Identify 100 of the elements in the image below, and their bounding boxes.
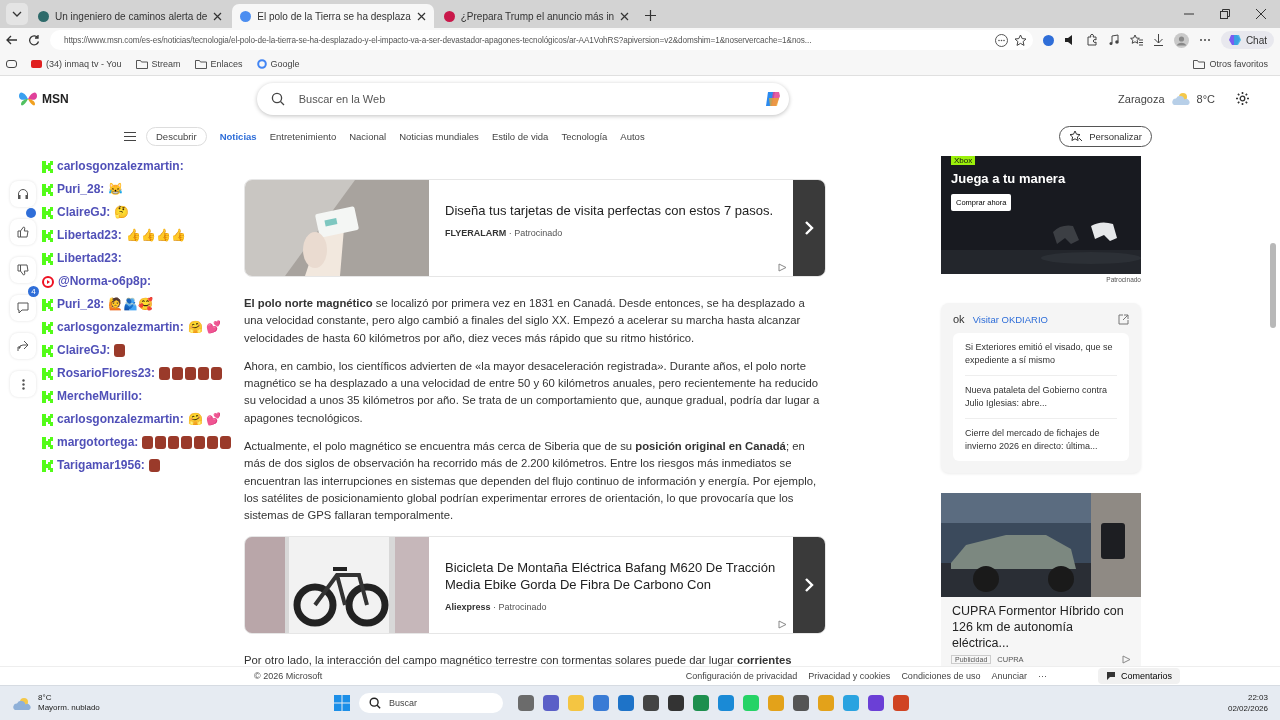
headline-link[interactable]: Cierre del mercado de fichajes de invierno 2026 en directo: última...	[965, 419, 1117, 461]
article-paragraph: El polo norte magnético se localizó por primera vez en 1831 en Canadá. Desde entonces, se ha desplazado a una velocidad constante, pero algo cambió a finales del siglo XX. Empezó a acelerar su marcha hasta alcanzar velocidades de hasta 60 kilómetros por año, diez veces más rápido que su ritmo histórico.	[244, 296, 806, 346]
footer-link[interactable]: Condiciones de uso	[901, 671, 981, 681]
footer-link[interactable]: Configuración de privacidad	[685, 671, 798, 681]
url-text[interactable]: https://www.msn.com/es-es/noticias/tecnologia/el-polo-de-la-tierra-se-ha-desplazado-y-el-impacto-va-a-ser-devastador-apagones-tecnológicos/ar-AA1VohRS?apiversion=v2&domshim=1&noservercache=1&nos...	[64, 35, 989, 45]
taskbar-search-bar[interactable]: Buscar	[359, 693, 503, 713]
new-tab-icon[interactable]	[645, 10, 657, 21]
search-field[interactable]: Buscar en la Web	[296, 91, 751, 106]
chat-username[interactable]: Puri_28:	[57, 293, 105, 316]
bookmark[interactable]: Enlaces	[194, 58, 243, 69]
like-icon[interactable]	[10, 219, 36, 245]
visit-publisher-link[interactable]: Visitar OKDIARIO	[972, 313, 1110, 325]
chat-username[interactable]: margotortega:	[57, 431, 139, 454]
more-icon[interactable]	[1198, 38, 1211, 42]
comment-icon[interactable]	[10, 295, 36, 321]
kick-icon	[42, 436, 53, 449]
menu-icon[interactable]	[124, 131, 136, 141]
download-icon[interactable]	[1152, 34, 1164, 46]
favorites-icon[interactable]	[1129, 34, 1143, 46]
chat-username[interactable]: carlosgonzalezmartin:	[57, 155, 184, 178]
browser-tab[interactable]: Un ingeniero de caminos alerta de	[30, 4, 231, 28]
site-logo[interactable]: MSN	[42, 91, 69, 106]
ad-title[interactable]: CUPRA Formentor Híbrido con 126 km de autonomía eléctrica...	[941, 597, 1141, 655]
taskbar-search-field[interactable]: Buscar	[387, 697, 491, 709]
nav-tab[interactable]: Nacional	[349, 130, 387, 142]
bookmark[interactable]: Google	[256, 58, 300, 69]
browser-tab[interactable]: El polo de la Tierra se ha desplaza	[232, 4, 434, 28]
tab-actions-icon[interactable]	[6, 59, 17, 68]
chat-username[interactable]: MercheMurillo:	[57, 385, 143, 408]
bookmark-folder[interactable]: Otros favoritos	[1193, 58, 1268, 69]
music-icon[interactable]	[1107, 34, 1120, 46]
chat-username[interactable]: RosarioFlores23:	[57, 362, 156, 385]
chat-username[interactable]: carlosgonzalezmartin:	[57, 316, 184, 339]
search-icon[interactable]	[270, 91, 285, 106]
next-arrow-button[interactable]	[793, 536, 825, 633]
weather-temperature[interactable]: 8°C	[38, 693, 100, 703]
weather-city[interactable]: Zaragoza	[1118, 92, 1165, 105]
chat-username[interactable]: Libertad23:	[57, 224, 122, 247]
bookmark[interactable]: Stream	[135, 58, 181, 69]
publisher-logo[interactable]: ok	[953, 313, 965, 325]
personalize-button[interactable]: Personalizar	[1059, 125, 1152, 147]
back-icon[interactable]	[6, 34, 18, 46]
tab-list-icon[interactable]	[6, 3, 28, 25]
weather-condition[interactable]: Mayorm. nublado	[38, 703, 100, 713]
chat-username[interactable]: Puri_28:	[57, 178, 105, 201]
share-icon[interactable]	[10, 333, 36, 359]
chat-username[interactable]: Libertad23:	[57, 247, 122, 270]
nav-tab[interactable]: Noticias mundiales	[399, 130, 479, 142]
dislike-icon[interactable]	[10, 257, 36, 283]
clock-time[interactable]: 22:03	[1247, 692, 1268, 703]
clock-date[interactable]: 02/02/2026	[1227, 703, 1268, 714]
ad-title[interactable]: Bicicleta De Montaña Eléctrica Bafang M620 De Tracción Media Ebike Gorda De Fibra De Carbono Con	[445, 558, 777, 593]
discover-button[interactable]: Descubrir	[146, 126, 207, 146]
chat-username[interactable]: ClaireGJ:	[57, 339, 111, 362]
close-icon[interactable]	[1256, 9, 1266, 19]
footer-link[interactable]: Privacidad y cookies	[808, 671, 891, 681]
close-icon[interactable]	[620, 11, 630, 21]
nav-tab[interactable]: Noticias	[219, 130, 257, 142]
chat-message: 👍👍👍👍	[125, 227, 186, 244]
close-icon[interactable]	[213, 11, 223, 21]
headline-link[interactable]: Nueva pataleta del Gobierno contra Julio Iglesias: abre...	[965, 376, 1117, 419]
feedback-button[interactable]: Comentarios	[1097, 668, 1180, 684]
comment-count-badge: 4	[28, 286, 39, 297]
nav-tab[interactable]: Estilo de vida	[491, 130, 549, 142]
chat-username[interactable]: ClaireGJ:	[57, 201, 111, 224]
footer-link[interactable]: Anunciar	[991, 671, 1027, 681]
chat-username[interactable]: Tarigamar1956:	[57, 454, 145, 477]
headphones-icon[interactable]	[10, 181, 36, 207]
site-icon	[38, 10, 49, 22]
chevron-icon	[804, 220, 814, 236]
more-link[interactable]: ···	[1037, 671, 1047, 681]
sponsored-card[interactable]: Bicicleta De Montaña Eléctrica Bafang M620 De Tracción Media Ebike Gorda De Fibra De Carbono Con Aliexpress · Patrocinado	[244, 535, 826, 634]
search-icon[interactable]	[369, 697, 381, 709]
browser-tab[interactable]: ¿Prepara Trump el anuncio más in	[435, 4, 638, 28]
refresh-icon[interactable]	[28, 34, 40, 46]
chat-button[interactable]: Chat	[1220, 31, 1274, 49]
ad-choices-icon[interactable]	[778, 619, 787, 629]
star-icon[interactable]	[1013, 33, 1027, 47]
search-bar[interactable]: Buscar en la Web	[256, 82, 789, 115]
chat-username[interactable]: carlosgonzalezmartin:	[57, 408, 184, 431]
extension-icon[interactable]	[1042, 34, 1054, 46]
close-icon[interactable]	[416, 11, 426, 21]
headline-link[interactable]: Si Exteriores emitió el visado, que se expediente a sí mismo	[965, 333, 1117, 376]
restore-icon[interactable]	[1220, 9, 1230, 19]
more-icon[interactable]	[994, 33, 1008, 47]
settings-icon[interactable]	[1235, 91, 1250, 106]
nav-tab[interactable]: Entretenimiento	[269, 130, 337, 142]
bookmark[interactable]: (34) inmaq tv - You	[31, 58, 122, 69]
external-link-icon[interactable]	[1118, 313, 1129, 325]
puzzle-icon[interactable]	[1085, 34, 1098, 46]
address-bar[interactable]: https://www.msn.com/es-es/noticias/tecnologia/el-polo-de-la-tierra-se-ha-desplazado-y-el-impacto-va-a-ser-devastador-apagones-tecnológicos/ar-AA1VohRS?apiversion=v2&domshim=1&noservercache=1&nos...	[50, 30, 1033, 50]
ad-title[interactable]: Diseña tus tarjetas de visita perfectas con estos 7 pasos.	[445, 202, 777, 219]
ad-choices-icon[interactable]	[1122, 655, 1131, 664]
nav-tab[interactable]: Tecnología	[561, 130, 608, 142]
nav-tab[interactable]: Autos	[620, 130, 645, 142]
more-icon[interactable]	[10, 371, 36, 397]
avatar-icon[interactable]	[1173, 32, 1189, 48]
ad-choices-icon[interactable]	[778, 263, 787, 272]
sponsored-card[interactable]: Diseña tus tarjetas de visita perfectas con estos 7 pasos. FLYERALARM · Patrocinado	[244, 179, 826, 277]
chat-username[interactable]: @Norma-o6p8p:	[58, 270, 152, 293]
